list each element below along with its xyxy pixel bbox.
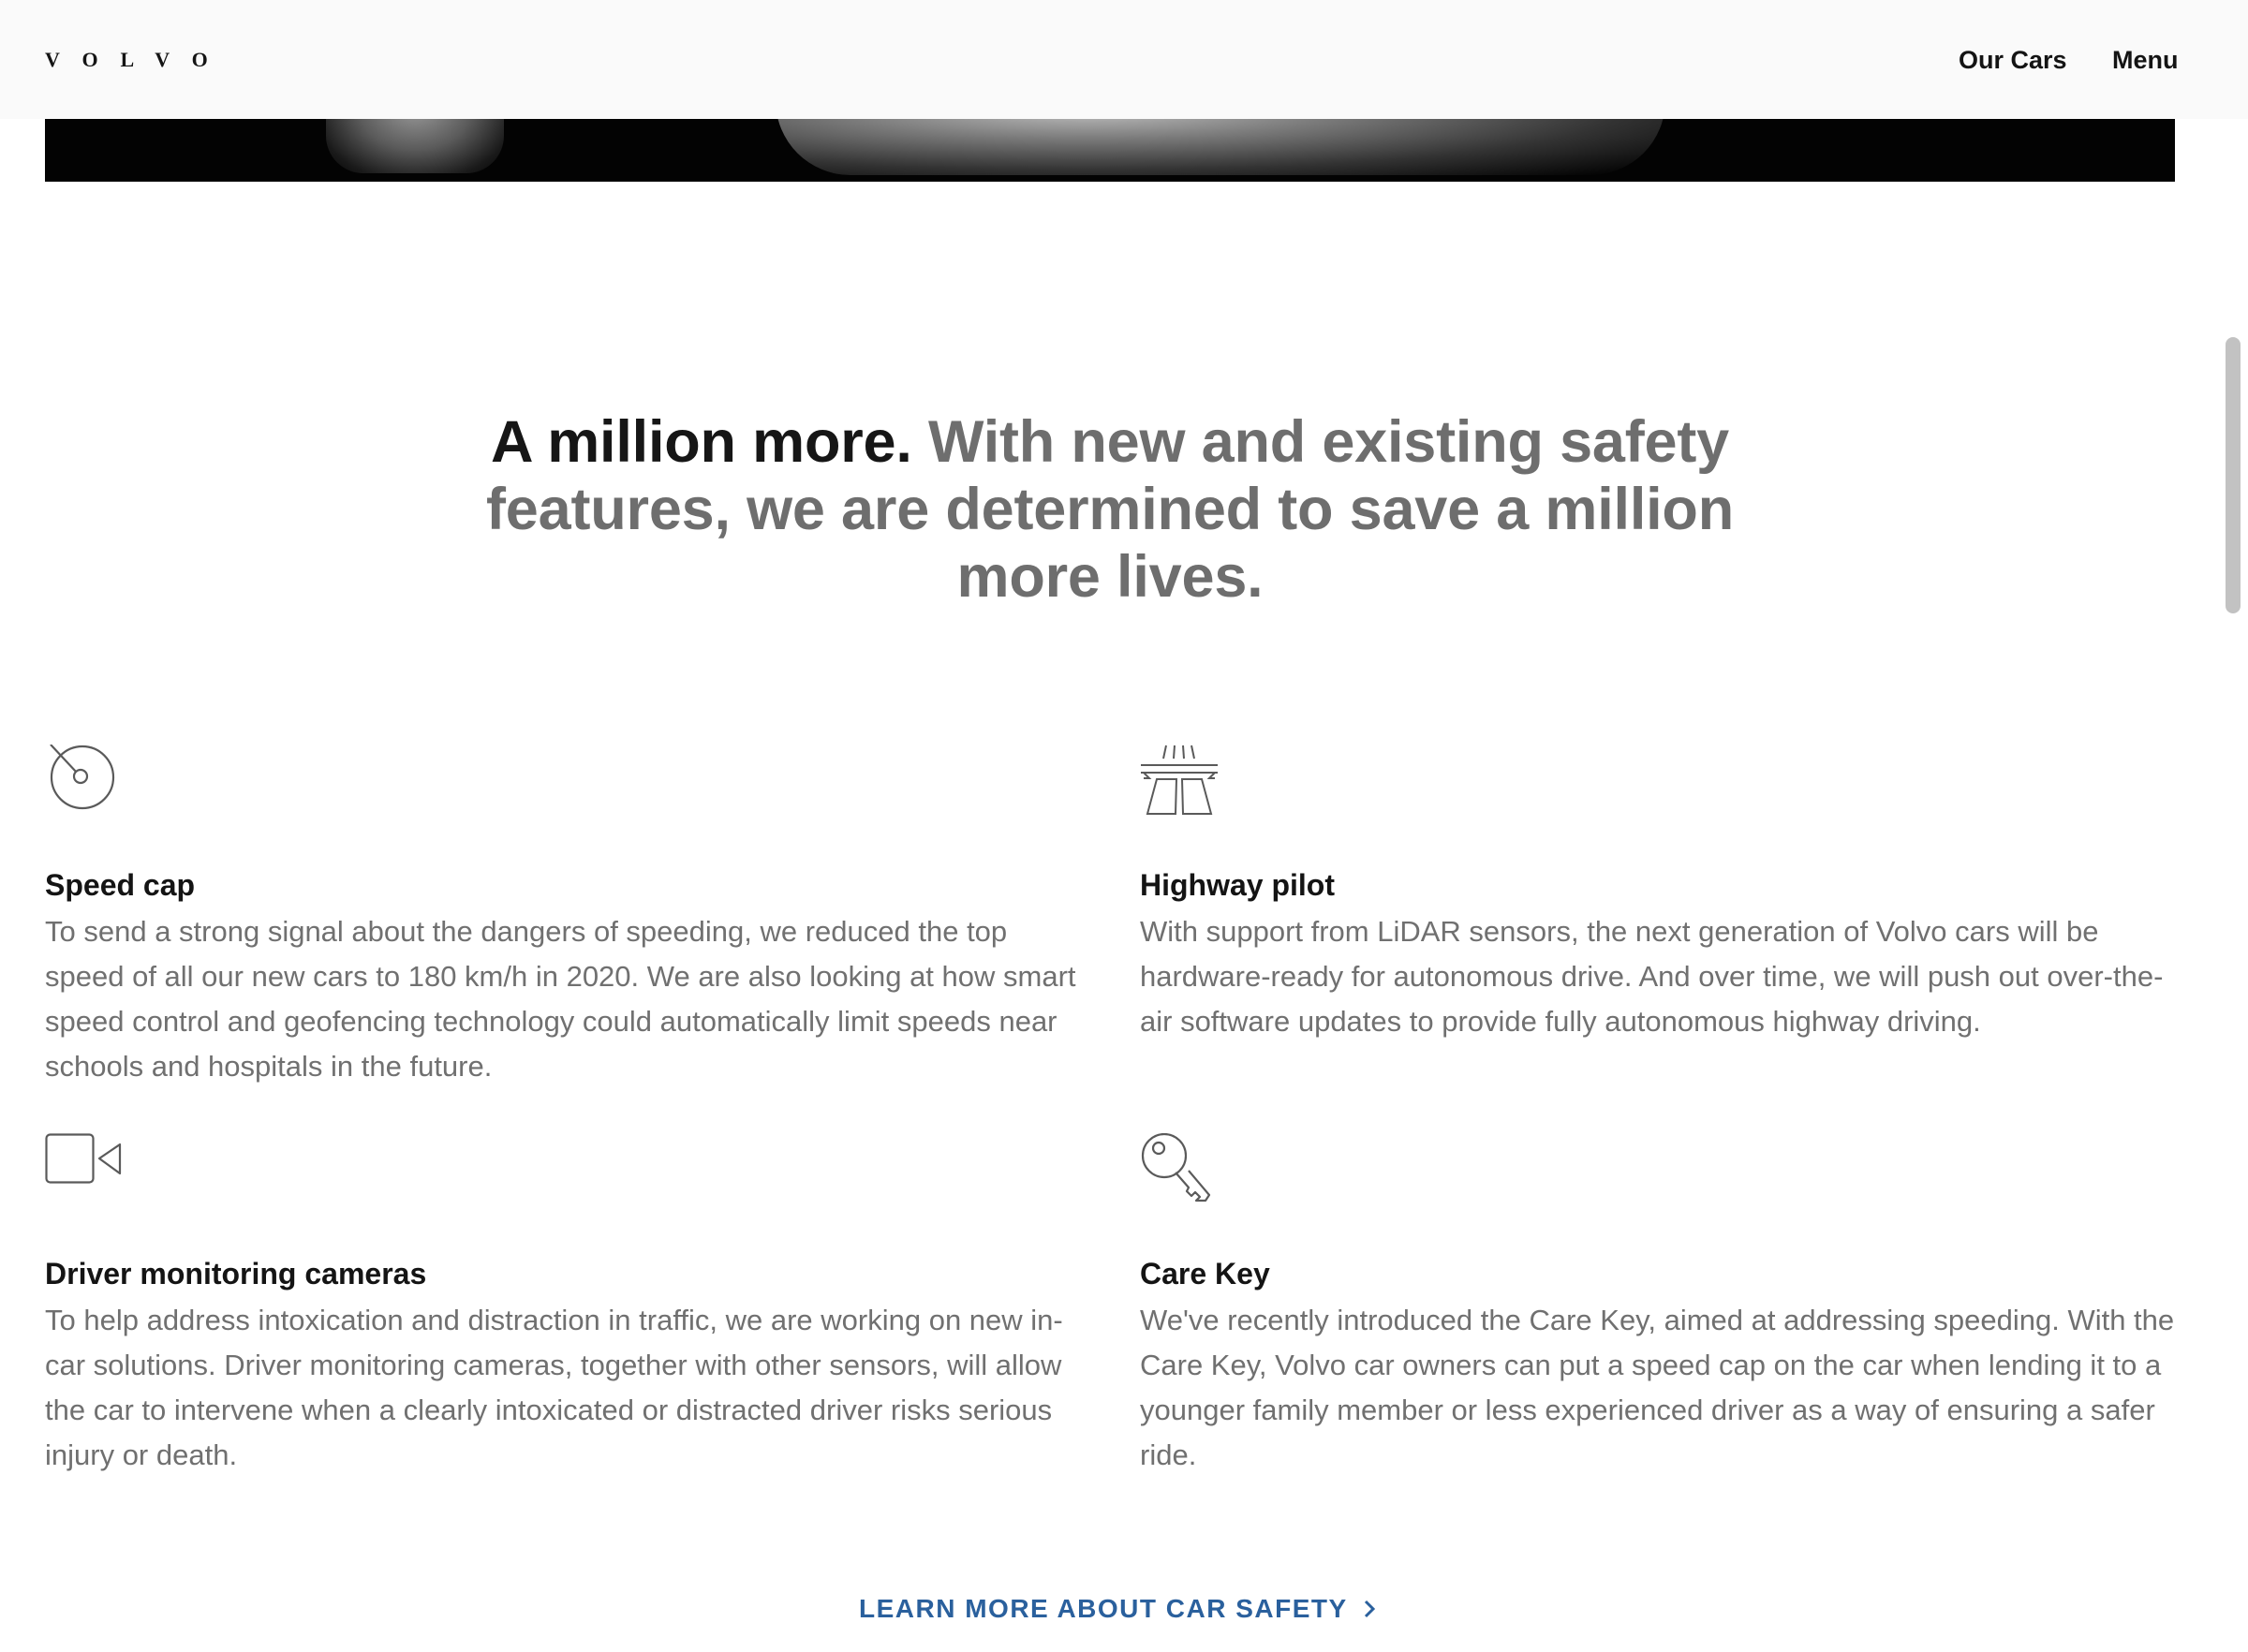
video-camera-icon [45, 1133, 122, 1184]
nav-menu-button[interactable]: Menu [2112, 41, 2179, 79]
key-icon [1141, 1133, 1211, 1202]
volvo-logo[interactable]: VOLVO [45, 41, 232, 79]
feature-title: Speed cap [45, 868, 196, 902]
chevron-right-icon [1364, 1600, 1375, 1618]
feature-description: To send a strong signal about the danger… [45, 915, 1076, 1083]
feature-title: Highway pilot [1140, 868, 1335, 902]
highway-icon [1141, 745, 1218, 815]
hero-media-highlight [776, 119, 1665, 175]
hero-media [45, 119, 2175, 182]
scrollbar-thumb[interactable] [2226, 337, 2241, 613]
page-scrollbar[interactable] [2218, 0, 2248, 1652]
feature-description: To help address intoxication and distrac… [45, 1304, 1063, 1471]
feature-title: Care Key [1140, 1257, 1270, 1291]
feature-description: With support from LiDAR sensors, the nex… [1140, 915, 2164, 1038]
site-header: VOLVO Our Cars Menu [0, 0, 2248, 119]
nav-our-cars-link[interactable]: Our Cars [1959, 41, 2067, 79]
feature-title: Driver monitoring cameras [45, 1257, 427, 1291]
cta-label: LEARN MORE ABOUT CAR SAFETY [859, 1594, 1348, 1623]
section-headline: A million more. With new and existing sa… [431, 408, 1789, 611]
speedometer-icon [50, 745, 115, 810]
hero-media-highlight [326, 119, 504, 173]
learn-more-car-safety-link[interactable]: LEARN MORE ABOUT CAR SAFETY [859, 1586, 1376, 1631]
page: VOLVO Our Cars Menu A million more. With… [0, 0, 2248, 1652]
feature-description: We've recently introduced the Care Key, … [1140, 1304, 2175, 1471]
headline-lead: A million more. [490, 409, 912, 475]
